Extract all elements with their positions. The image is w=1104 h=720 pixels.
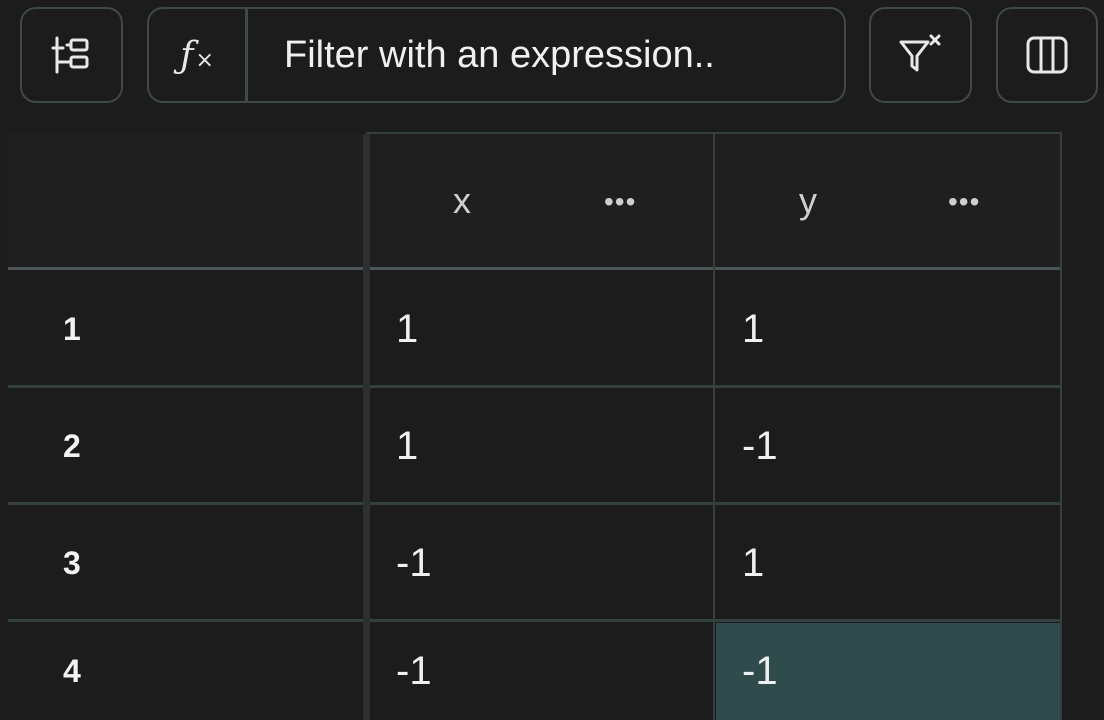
data-table: x ••• y ••• 1 1 1 2 1 -1 3 -1 1 4 -1 -1: [0, 0, 1104, 720]
table-cell[interactable]: -1: [370, 623, 714, 720]
grid-line: [8, 385, 1062, 388]
column-header-y[interactable]: y •••: [716, 134, 1060, 268]
table-cell[interactable]: 1: [716, 506, 1060, 620]
column-menu-icon[interactable]: •••: [948, 186, 980, 218]
column-menu-icon[interactable]: •••: [604, 186, 636, 218]
header-divider: [8, 267, 1062, 270]
grid-line: [8, 619, 1062, 622]
table-cell[interactable]: -1: [716, 389, 1060, 503]
column-header-x[interactable]: x •••: [370, 134, 714, 268]
pinned-column-divider: [363, 134, 370, 720]
row-index: 3: [63, 544, 81, 581]
grid-line: [8, 502, 1062, 505]
column-header-label: y: [799, 180, 817, 221]
table-cell[interactable]: 1: [370, 389, 714, 503]
column-header-label: x: [453, 180, 471, 221]
table-cell[interactable]: 1: [370, 272, 714, 386]
row-index: 2: [63, 427, 81, 464]
table-cell-selected[interactable]: -1: [716, 623, 1060, 720]
table-cell[interactable]: -1: [370, 506, 714, 620]
row-index: 4: [63, 653, 81, 689]
grid-line: [1060, 134, 1062, 720]
grid-line: [713, 134, 715, 720]
index-header: [8, 134, 363, 268]
table-cell[interactable]: 1: [716, 272, 1060, 386]
row-index: 1: [63, 310, 81, 347]
